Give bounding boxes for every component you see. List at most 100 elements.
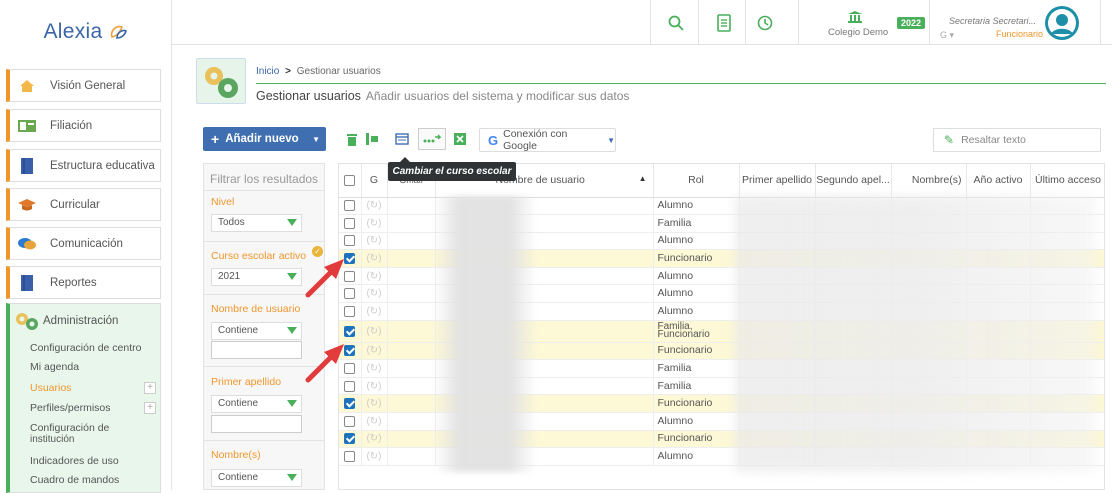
filter-nombre-mode[interactable]: Contiene — [211, 469, 302, 487]
rol-cell: Alumno — [653, 412, 740, 431]
row-checkbox[interactable] — [344, 433, 356, 445]
col-nombre-label: Nombre(s) — [911, 174, 962, 187]
sub-perfiles-permisos[interactable]: Perfiles/permisos — [30, 403, 111, 414]
filter-apellido-label: Primer apellido — [211, 376, 282, 388]
gmail-cell — [387, 430, 436, 449]
nav-reportes[interactable]: Reportes — [6, 266, 161, 299]
filter-apellido-input[interactable] — [211, 415, 302, 433]
nav-label: Visión General — [50, 79, 126, 92]
school-name[interactable]: Colegio Demo — [828, 27, 888, 38]
filter-usuario-input[interactable] — [211, 341, 302, 359]
select-all-header[interactable] — [339, 164, 362, 198]
sub-indicadores-uso[interactable]: Indicadores de uso — [30, 456, 119, 467]
rol-cell: Alumno — [653, 447, 740, 466]
expand-plus-icon[interactable]: + — [144, 402, 156, 414]
divider — [698, 0, 699, 45]
sync-icon: (↻) — [366, 363, 382, 375]
col-primer-apellido[interactable]: Primer apellido — [739, 164, 816, 198]
row-checkbox-cell[interactable] — [339, 214, 362, 233]
filter-curso-select[interactable]: 2021 — [211, 268, 302, 286]
sync-icon: (↻) — [366, 270, 382, 282]
expand-plus-icon[interactable]: + — [144, 382, 156, 394]
row-checkbox[interactable] — [344, 415, 356, 427]
id-card-icon — [16, 117, 38, 135]
nav-curricular[interactable]: Curricular — [6, 188, 161, 221]
row-checkbox-cell[interactable] — [339, 447, 362, 466]
app-logo[interactable]: Alexia — [0, 0, 171, 64]
row-checkbox[interactable] — [344, 305, 356, 317]
sub-cuadro-mandos[interactable]: Cuadro de mandos — [30, 475, 119, 486]
sort-asc-icon: ▲ — [638, 174, 647, 184]
nav-estructura-educativa[interactable]: Estructura educativa — [6, 149, 161, 182]
chevron-down-icon[interactable]: ▼ — [312, 135, 320, 144]
gears-icon — [196, 58, 246, 104]
user-name[interactable]: Secretaria Secretari... — [944, 16, 1036, 26]
rol-cell: Funcionario — [653, 249, 740, 268]
add-new-button[interactable]: + Añadir nuevo ▼ — [203, 127, 326, 151]
filter-apellido-mode[interactable]: Contiene — [211, 395, 302, 413]
highlight-text-input[interactable]: ✎ Resaltar texto — [933, 128, 1101, 152]
select-all-checkbox[interactable] — [344, 174, 356, 186]
breadcrumb: Inicio > Gestionar usuarios — [256, 66, 381, 77]
row-checkbox[interactable] — [344, 235, 356, 247]
gmail-cell — [387, 377, 436, 396]
col-anio-activo[interactable]: Año activo — [966, 164, 1031, 198]
avatar[interactable] — [1044, 5, 1080, 44]
sub-usuarios[interactable]: Usuarios — [30, 383, 71, 394]
sync-icon: (↻) — [366, 380, 382, 392]
row-checkbox-cell[interactable] — [339, 302, 362, 321]
filter-apellido-mode-value: Contiene — [218, 398, 259, 409]
change-school-year-icon[interactable] — [418, 128, 446, 150]
nav-filiacion[interactable]: Filiación — [6, 109, 161, 142]
calendar-icon[interactable] — [393, 130, 411, 148]
google-sync-cell: (↻) — [361, 412, 388, 431]
col-rol[interactable]: Rol — [653, 164, 740, 198]
excel-export-icon[interactable] — [451, 130, 469, 148]
sidebar: Alexia Visión General Filiación Estructu… — [0, 0, 172, 493]
column-config-icon[interactable] — [363, 130, 381, 148]
filter-curso-value: 2021 — [218, 271, 241, 282]
trash-icon[interactable] — [343, 130, 361, 148]
col-nombres[interactable]: Nombre(s) — [891, 164, 967, 198]
row-checkbox-cell[interactable] — [339, 394, 362, 414]
breadcrumb-home[interactable]: Inicio — [256, 66, 279, 77]
google-connection-button[interactable]: G Conexión con Google ▼ — [479, 128, 616, 152]
row-checkbox[interactable] — [344, 217, 356, 229]
gmail-cell — [387, 447, 436, 466]
row-checkbox-cell[interactable] — [339, 430, 362, 449]
rol-cell: Funcionario — [653, 342, 740, 361]
nav-comunicacion[interactable]: Comunicación — [6, 227, 161, 260]
row-checkbox[interactable] — [344, 200, 356, 212]
nav-vision-general[interactable]: Visión General — [6, 69, 161, 102]
year-badge[interactable]: 2022 — [897, 17, 926, 29]
gmail-cell — [387, 342, 436, 361]
history-icon[interactable] — [756, 14, 774, 35]
row-checkbox-cell[interactable] — [339, 412, 362, 431]
sub-mi-agenda[interactable]: Mi agenda — [30, 362, 79, 373]
filter-nivel-select[interactable]: Todos — [211, 214, 302, 232]
header-divider — [256, 83, 1106, 84]
google-sync-cell: (↻) — [361, 284, 388, 304]
row-checkbox-cell[interactable] — [339, 197, 362, 216]
filter-usuario-mode[interactable]: Contiene — [211, 322, 302, 340]
sub-configuracion-institucion[interactable]: Configuración de — [30, 423, 109, 434]
sync-icon: (↻) — [366, 235, 382, 247]
row-checkbox[interactable] — [344, 451, 356, 463]
sub-configuracion-institucion-2[interactable]: institución — [30, 434, 74, 445]
col-ultimo-acceso[interactable]: Último acceso — [1030, 164, 1104, 198]
document-icon[interactable] — [716, 14, 732, 35]
row-checkbox-cell[interactable] — [339, 320, 362, 343]
divider — [650, 0, 651, 45]
search-icon[interactable] — [667, 14, 685, 35]
admin-header[interactable]: Administración — [10, 304, 160, 338]
rol-cell: Funcionario — [653, 430, 740, 449]
sync-icon: (↻) — [366, 415, 382, 427]
row-checkbox[interactable] — [344, 325, 356, 337]
col-segundo-apellido[interactable]: Segundo apel... — [815, 164, 892, 198]
row-checkbox-cell[interactable] — [339, 232, 362, 251]
divider — [929, 0, 930, 45]
col-google[interactable]: G — [361, 164, 388, 198]
school-building-icon — [847, 10, 863, 27]
row-checkbox[interactable] — [344, 398, 356, 410]
sub-configuracion-centro[interactable]: Configuración de centro — [30, 343, 142, 354]
